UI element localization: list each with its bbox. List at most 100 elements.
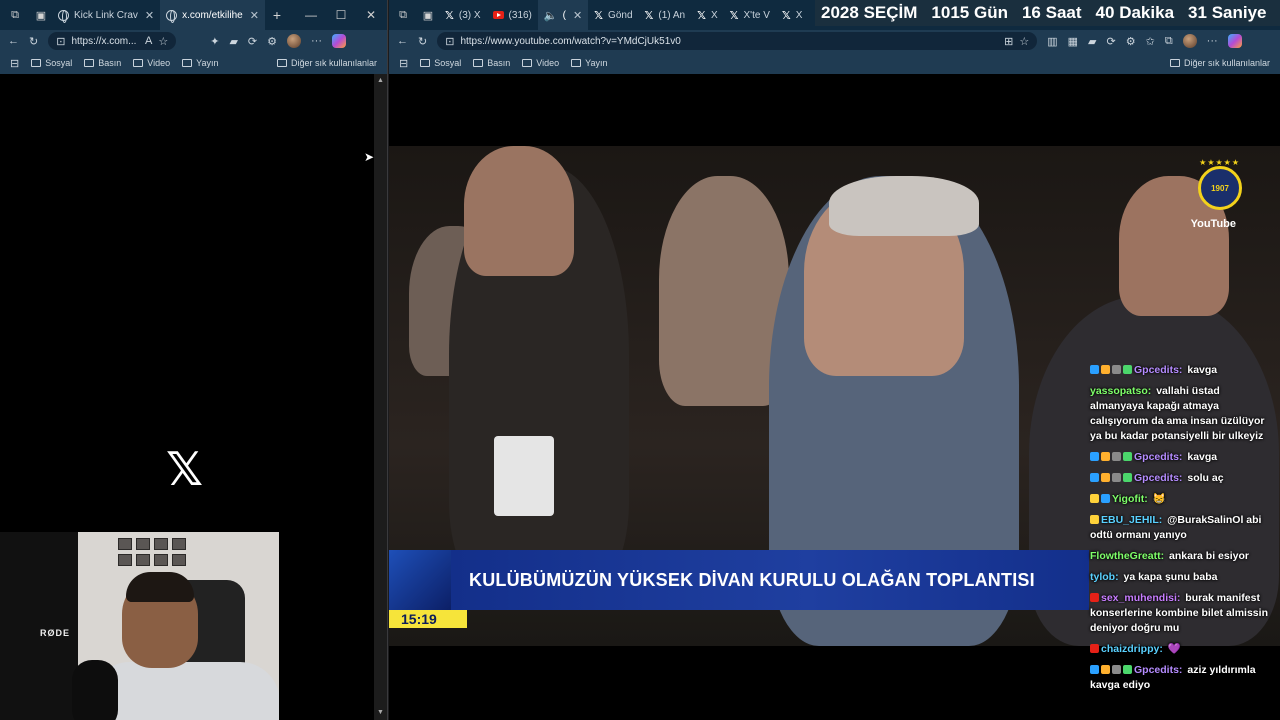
bookmark-video[interactable]: Video [522, 58, 559, 68]
tab-x-5[interactable]: 𝕏X [691, 0, 724, 30]
chat-badge-icon [1123, 665, 1132, 674]
extension-icon[interactable]: ⚙ [1126, 35, 1136, 48]
chat-badge-icon [1123, 473, 1132, 482]
maximize-icon[interactable]: ☐ [326, 8, 356, 22]
url-field[interactable]: ⊡ https://x.com... A ☆ [48, 32, 177, 50]
bookmark-sosyal[interactable]: Sosyal [31, 58, 72, 68]
site-info-icon[interactable]: ⊡ [445, 35, 454, 48]
chat-badge-icon [1112, 665, 1121, 674]
countdown-days: 1015 Gün [931, 3, 1008, 22]
chat-message: chaizdrippy: 💜 [1090, 642, 1276, 657]
extension-icon[interactable]: ✦ [210, 35, 219, 48]
bookmark-label: Basın [98, 58, 122, 68]
copilot-icon[interactable] [332, 34, 346, 48]
x-icon: 𝕏 [445, 8, 454, 22]
chat-badge-icon [1101, 494, 1110, 503]
menu-dots-icon[interactable]: ··· [1207, 35, 1218, 47]
streamer-shirt [90, 662, 279, 720]
bookmark-basin[interactable]: Basın [473, 58, 510, 68]
folder-icon [182, 59, 193, 67]
refresh-icon[interactable]: ↻ [418, 35, 427, 48]
scroll-up-icon[interactable]: ▲ [377, 77, 384, 84]
video-badge-card [494, 436, 554, 516]
tab-x-te[interactable]: 𝕏 X'te V [724, 0, 776, 30]
globe-icon [166, 9, 178, 23]
app-available-icon[interactable]: ⊞ [1004, 35, 1013, 48]
profile-avatar[interactable] [1182, 34, 1197, 48]
tab-kick-link[interactable]: Kick Link Crav ✕ [52, 0, 160, 30]
bookmark-sosyal[interactable]: Sosyal [420, 58, 461, 68]
workspaces-icon[interactable]: ⧉ [0, 9, 30, 22]
scrollbar[interactable]: ▲ ▼ [374, 74, 387, 720]
folder-icon [1169, 59, 1180, 67]
scroll-down-icon[interactable]: ▼ [377, 709, 384, 716]
youtube-badge: YouTube [1190, 218, 1236, 230]
countdown-seconds: 31 Saniye [1188, 3, 1267, 22]
tab-x-7[interactable]: 𝕏X [776, 0, 809, 30]
fenerbahce-logo: 1907 [1198, 166, 1242, 210]
bookmark-basin[interactable]: Basın [84, 58, 121, 68]
chat-message: sex_muhendisi: burak manifest konserleri… [1090, 591, 1276, 636]
bookmark-other-favorites[interactable]: Diğer sık kullanılanlar [1169, 58, 1270, 68]
profile-avatar[interactable] [287, 34, 301, 48]
favorite-star-icon[interactable]: ☆ [1019, 35, 1029, 48]
bookmark-panel-icon[interactable]: ⊟ [10, 57, 19, 70]
collections-icon[interactable]: ⧉ [1165, 35, 1173, 48]
extension-icon[interactable]: ⟳ [248, 35, 257, 48]
tab-label: (316) [508, 9, 532, 21]
url-field[interactable]: ⊡ https://www.youtube.com/watch?v=YMdCjU… [437, 32, 1038, 50]
speaker-icon[interactable]: 🔈 [544, 9, 558, 22]
extension-icon[interactable]: ▦ [1068, 35, 1078, 48]
bookmark-label: Video [147, 58, 171, 68]
back-icon[interactable]: ← [8, 35, 19, 47]
tab-x-3[interactable]: 𝕏 (3) X [439, 0, 487, 30]
new-tab-icon[interactable]: + [265, 7, 289, 23]
bookmark-panel-icon[interactable]: ⊟ [399, 57, 408, 70]
bookmark-yayin[interactable]: Yayın [182, 58, 218, 68]
extension-icon[interactable]: ⚙ [267, 35, 277, 48]
close-icon[interactable]: ✕ [573, 9, 582, 22]
tab-x-com[interactable]: x.com/etkilihe ✕ [160, 0, 265, 30]
tab-actions-icon[interactable]: ▣ [30, 9, 52, 22]
copilot-icon[interactable] [1227, 34, 1242, 48]
minimize-icon[interactable]: — [296, 8, 326, 22]
chat-badge-icon [1090, 665, 1099, 674]
menu-dots-icon[interactable]: ··· [311, 35, 322, 47]
favorite-star-icon[interactable]: ☆ [158, 35, 168, 48]
read-aloud-icon[interactable]: A [145, 35, 152, 47]
folder-icon [420, 59, 431, 67]
close-window-icon[interactable]: ✕ [356, 8, 386, 22]
extension-icon[interactable]: ⟳ [1107, 35, 1116, 48]
tab-actions-icon[interactable]: ▣ [417, 9, 439, 22]
chat-badge-icon [1090, 473, 1099, 482]
site-info-icon[interactable]: ⊡ [56, 35, 65, 48]
folder-icon [473, 59, 484, 67]
back-icon[interactable]: ← [397, 35, 408, 47]
workspaces-icon[interactable]: ⧉ [389, 9, 417, 22]
chat-text: ankara bi esiyor [1166, 550, 1249, 562]
extension-icon[interactable]: ▰ [1088, 35, 1096, 48]
refresh-icon[interactable]: ↻ [29, 35, 38, 48]
bookmark-video[interactable]: Video [133, 58, 170, 68]
close-icon[interactable]: ✕ [145, 9, 154, 22]
tab-x-1[interactable]: 𝕏 (1) An [639, 0, 692, 30]
close-icon[interactable]: ✕ [250, 9, 259, 22]
chat-username: yassopatso: [1090, 385, 1152, 397]
favorites-icon[interactable]: ✩ [1146, 35, 1155, 48]
tab-x-gond[interactable]: 𝕏 Gönd [588, 0, 638, 30]
chat-message: EBU_JEHIL: @BurakSalinOl abi odtü ormanı… [1090, 513, 1276, 543]
bookmark-other-favorites[interactable]: Diğer sık kullanılanlar [276, 58, 377, 68]
extension-icon[interactable]: ▰ [229, 35, 237, 48]
left-bookmarks-bar: ⊟ Sosyal Basın Video Yayın Diğer sık kul… [0, 52, 387, 74]
x-icon: 𝕏 [729, 8, 739, 22]
bookmark-label: Diğer sık kullanılanlar [290, 58, 377, 68]
chat-message: Gpcedits: solu aç [1090, 471, 1276, 486]
tab-current-audio[interactable]: 🔈 (✕ [537, 0, 589, 30]
chat-badge-icon [1112, 365, 1121, 374]
bookmark-yayin[interactable]: Yayın [571, 58, 607, 68]
chat-username: chaizdrippy: [1101, 643, 1163, 655]
webcam-overlay: RØDE [0, 532, 279, 720]
extension-icon[interactable]: ▥ [1047, 35, 1057, 48]
tab-youtube[interactable]: (316) [487, 0, 538, 30]
chat-badge-icon [1090, 593, 1099, 602]
